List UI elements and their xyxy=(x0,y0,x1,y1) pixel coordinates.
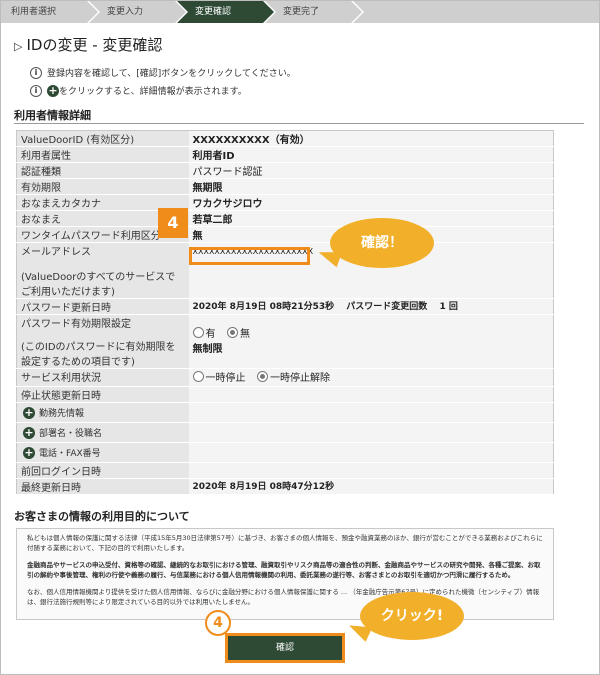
radio-expiry-yes[interactable] xyxy=(192,327,204,338)
expiry-text: 無制限 xyxy=(192,344,223,355)
row-label: + 部署名・役職名 xyxy=(16,422,189,443)
row-label: 認証種類 xyxy=(16,162,189,179)
plus-icon[interactable]: + xyxy=(23,447,35,459)
table-row: 利用者属性 利用者ID xyxy=(16,146,554,163)
radio-label: 有 xyxy=(205,329,216,340)
plus-icon[interactable]: + xyxy=(23,407,35,419)
note-expand-text: をクリックすると、詳細情報が表示されます。 xyxy=(59,87,247,97)
section-purpose-heading: お客さまの情報の利用目的について xyxy=(14,510,190,523)
radio-label: 一時停止解除 xyxy=(269,373,330,384)
mail-highlight-box xyxy=(189,247,310,265)
page-title-text: IDの変更 - 変更確認 xyxy=(26,36,163,54)
table-row: パスワード更新日時 2020年 8月19日 08時21分53秒 パスワード変更回… xyxy=(16,298,554,315)
table-row: 有効期限 無期限 xyxy=(16,178,554,195)
row-value: 無期限 xyxy=(188,178,554,195)
row-value: 2020年 8月19日 08時21分53秒 パスワード変更回数 1 回 xyxy=(188,298,554,315)
row-label: ValueDoorID (有効区分) xyxy=(16,130,189,147)
table-row: 前回ログイン日時 xyxy=(16,462,554,479)
expand-label: 電話・FAX番号 xyxy=(39,449,101,459)
page-title: ▷ IDの変更 - 変更確認 xyxy=(14,34,162,55)
row-value: 2020年 8月19日 08時47分12秒 xyxy=(188,478,554,495)
row-value: XXXXXXXXXX（有効） xyxy=(188,130,554,147)
row-label: 有効期限 xyxy=(16,178,189,195)
row-label: + 電話・FAX番号 xyxy=(16,442,189,463)
expand-row-work[interactable]: + 勤務先情報 xyxy=(16,402,554,423)
expiry-value: 有 無 無制限 xyxy=(188,314,554,369)
purpose-paragraph: 金融商品やサービスの申込受付、資格等の確認、継続的なお取引における管理、融資取引… xyxy=(27,561,541,579)
expand-label: 勤務先情報 xyxy=(39,409,85,419)
row-value xyxy=(188,462,554,479)
step-bar-filler xyxy=(353,1,599,23)
table-row: おなまえ 若草二郎 xyxy=(16,210,554,227)
radio-label: 無 xyxy=(239,329,250,340)
row-value xyxy=(188,402,554,423)
radio-expiry-no[interactable] xyxy=(226,327,238,338)
table-row: おなまえカタカナ ワカクサジロウ xyxy=(16,194,554,211)
triangle-icon: ▷ xyxy=(14,40,23,53)
row-value: パスワード認証 xyxy=(188,162,554,179)
row-value xyxy=(188,442,554,463)
confirm-button[interactable]: 確認 xyxy=(225,633,345,663)
table-row: 認証種類 パスワード認証 xyxy=(16,162,554,179)
expiry-options: 有 無 xyxy=(192,325,550,340)
purpose-text-box[interactable]: 私どもは個人情報の保護に関する法律（平成15年5月30日法律第57号）に基づき、… xyxy=(16,528,554,620)
plus-icon: + xyxy=(47,83,59,97)
radio-service-release[interactable] xyxy=(256,371,268,382)
callout-confirm: 確認！ xyxy=(330,218,434,268)
row-label: パスワード更新日時 xyxy=(16,298,189,315)
row-label: 前回ログイン日時 xyxy=(16,462,189,479)
expand-row-dept[interactable]: + 部署名・役職名 xyxy=(16,422,554,443)
step-badge: 4 xyxy=(158,208,188,238)
expand-label: 部署名・役職名 xyxy=(39,429,103,439)
radio-service-stop[interactable] xyxy=(192,371,204,382)
radio-label: 一時停止 xyxy=(205,373,246,384)
row-label: サービス利用状況 xyxy=(16,368,189,387)
row-value xyxy=(188,422,554,443)
info-icon: i xyxy=(30,84,42,97)
table-row: ワンタイムパスワード利用区分 無 xyxy=(16,226,554,243)
mail-label: メールアドレス xyxy=(21,247,91,258)
step-input: 変更入力 xyxy=(89,1,188,23)
purpose-paragraph: なお、個人信用情報機関より提供を受けた個人信用情報、ならびに金融分野における個人… xyxy=(27,588,540,606)
section-user-heading: 利用者情報詳細 xyxy=(14,109,91,122)
info-icon: i xyxy=(30,66,42,79)
expiry-label: パスワード有効期限設定 xyxy=(21,319,131,330)
mail-sub: (ValueDoorのすべてのサービスでご利用いただけます) xyxy=(21,272,176,298)
step-confirm: 変更確認 xyxy=(177,1,276,23)
row-label: 利用者属性 xyxy=(16,146,189,163)
row-label-expiry: パスワード有効期限設定 (このIDのパスワードに有効期限を設定するための項目です… xyxy=(16,314,189,369)
row-value: ワカクサジロウ xyxy=(188,194,554,211)
table-row: 最終更新日時 2020年 8月19日 08時47分12秒 xyxy=(16,478,554,495)
row-value xyxy=(188,386,554,403)
row-value: 利用者ID xyxy=(188,146,554,163)
divider xyxy=(14,123,584,124)
callout-click: クリック! xyxy=(360,592,464,640)
step-complete: 変更完了 xyxy=(265,1,364,23)
table-row: 停止状態更新日時 xyxy=(16,386,554,403)
row-label: + 勤務先情報 xyxy=(16,402,189,423)
expiry-sub: (このIDのパスワードに有効期限を設定するための項目です) xyxy=(21,342,176,368)
expand-row-phone[interactable]: + 電話・FAX番号 xyxy=(16,442,554,463)
note-confirm-text: 登録内容を確認して、[確認]ボタンをクリックしてください。 xyxy=(47,69,296,79)
service-value: 一時停止 一時停止解除 xyxy=(188,368,554,387)
purpose-paragraph: 私どもは個人情報の保護に関する法律（平成15年5月30日法律第57号）に基づき、… xyxy=(27,534,543,552)
row-label-mail: メールアドレス (ValueDoorのすべてのサービスでご利用いただけます) xyxy=(16,242,189,299)
row-label: 停止状態更新日時 xyxy=(16,386,189,403)
plus-icon[interactable]: + xyxy=(23,427,35,439)
step-select-user: 利用者選択 xyxy=(1,1,100,23)
row-label: 最終更新日時 xyxy=(16,478,189,495)
note-expand: i + をクリックすると、詳細情報が表示されます。 xyxy=(30,84,247,97)
table-row: ValueDoorID (有効区分) XXXXXXXXXX（有効） xyxy=(16,130,554,147)
table-row: パスワード有効期限設定 (このIDのパスワードに有効期限を設定するための項目です… xyxy=(16,314,554,369)
user-info-table: ValueDoorID (有効区分) XXXXXXXXXX（有効） 利用者属性 … xyxy=(16,130,554,495)
step-bar: 利用者選択 変更入力 変更確認 変更完了 xyxy=(1,1,599,23)
note-confirm: i 登録内容を確認して、[確認]ボタンをクリックしてください。 xyxy=(30,66,296,79)
table-row: サービス利用状況 一時停止 一時停止解除 xyxy=(16,368,554,387)
